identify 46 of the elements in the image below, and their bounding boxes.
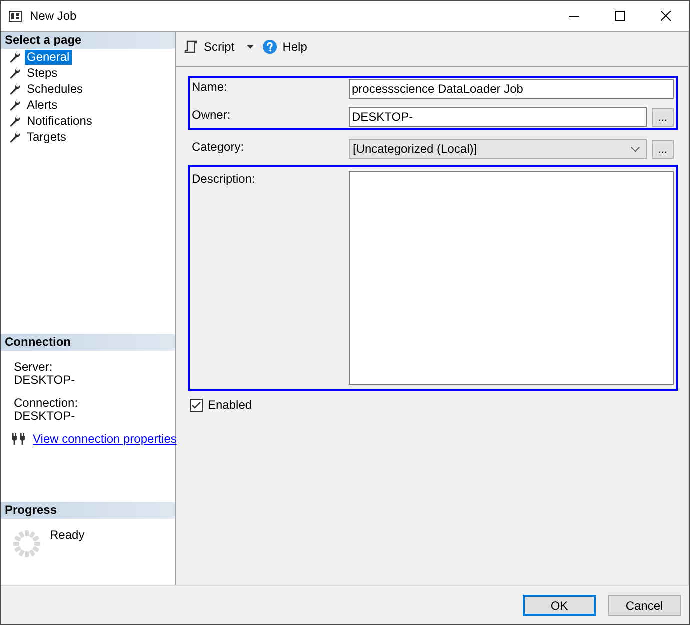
- text-field[interactable]: DESKTOP-: [349, 107, 647, 127]
- maximize-icon: [615, 11, 625, 21]
- dialog-button[interactable]: Cancel: [608, 595, 681, 616]
- browse-button[interactable]: ...: [652, 108, 674, 126]
- section-header: Connection: [1, 334, 175, 351]
- wrench-icon: [9, 99, 21, 111]
- nav-item[interactable]: Notifications: [25, 114, 94, 128]
- nav-item[interactable]: Targets: [25, 130, 68, 144]
- info-value: DESKTOP-: [14, 410, 76, 423]
- spinner-icon: [13, 530, 41, 558]
- nav-item[interactable]: General: [25, 50, 72, 64]
- nav-item[interactable]: Steps: [25, 66, 60, 80]
- info-label: Connection:: [14, 397, 78, 410]
- wrench-icon: [9, 83, 21, 95]
- wrench-icon: [9, 115, 21, 127]
- close-icon: [661, 11, 671, 21]
- connection-properties-link[interactable]: View connection properties: [33, 432, 177, 446]
- window-title: New Job: [30, 8, 78, 24]
- nav-item[interactable]: Schedules: [25, 82, 86, 96]
- caret-icon: [246, 45, 254, 49]
- section-header: Progress: [1, 502, 175, 519]
- text-field[interactable]: processscience DataLoader Job: [349, 79, 674, 99]
- wrench-icon: [9, 67, 21, 79]
- field-label: Name:: [192, 79, 228, 94]
- checkbox[interactable]: [190, 398, 203, 412]
- script-button[interactable]: Script: [184, 40, 254, 54]
- checkbox-label: Enabled: [208, 398, 252, 412]
- browse-button[interactable]: ...: [652, 140, 674, 158]
- plug-icon: [12, 433, 25, 445]
- info-value: DESKTOP-: [14, 374, 76, 387]
- info-label: Server:: [14, 361, 53, 374]
- dialog-button[interactable]: OK: [523, 595, 596, 616]
- field-label: Description:: [192, 171, 256, 186]
- scroll-icon: [184, 40, 198, 54]
- nav-item[interactable]: Alerts: [25, 98, 60, 112]
- window-icon: [9, 10, 22, 22]
- help-icon: [262, 40, 277, 54]
- wrench-icon: [9, 131, 21, 143]
- dropdown-field[interactable]: [Uncategorized (Local)]: [349, 139, 647, 159]
- field-label: Category:: [192, 139, 246, 154]
- status-text: Ready: [50, 528, 85, 542]
- wrench-icon: [9, 51, 21, 63]
- help-button[interactable]: Help: [262, 40, 308, 54]
- chevron-down-icon: [631, 146, 640, 152]
- field-label: Owner:: [192, 107, 232, 122]
- section-header: Select a page: [1, 32, 175, 49]
